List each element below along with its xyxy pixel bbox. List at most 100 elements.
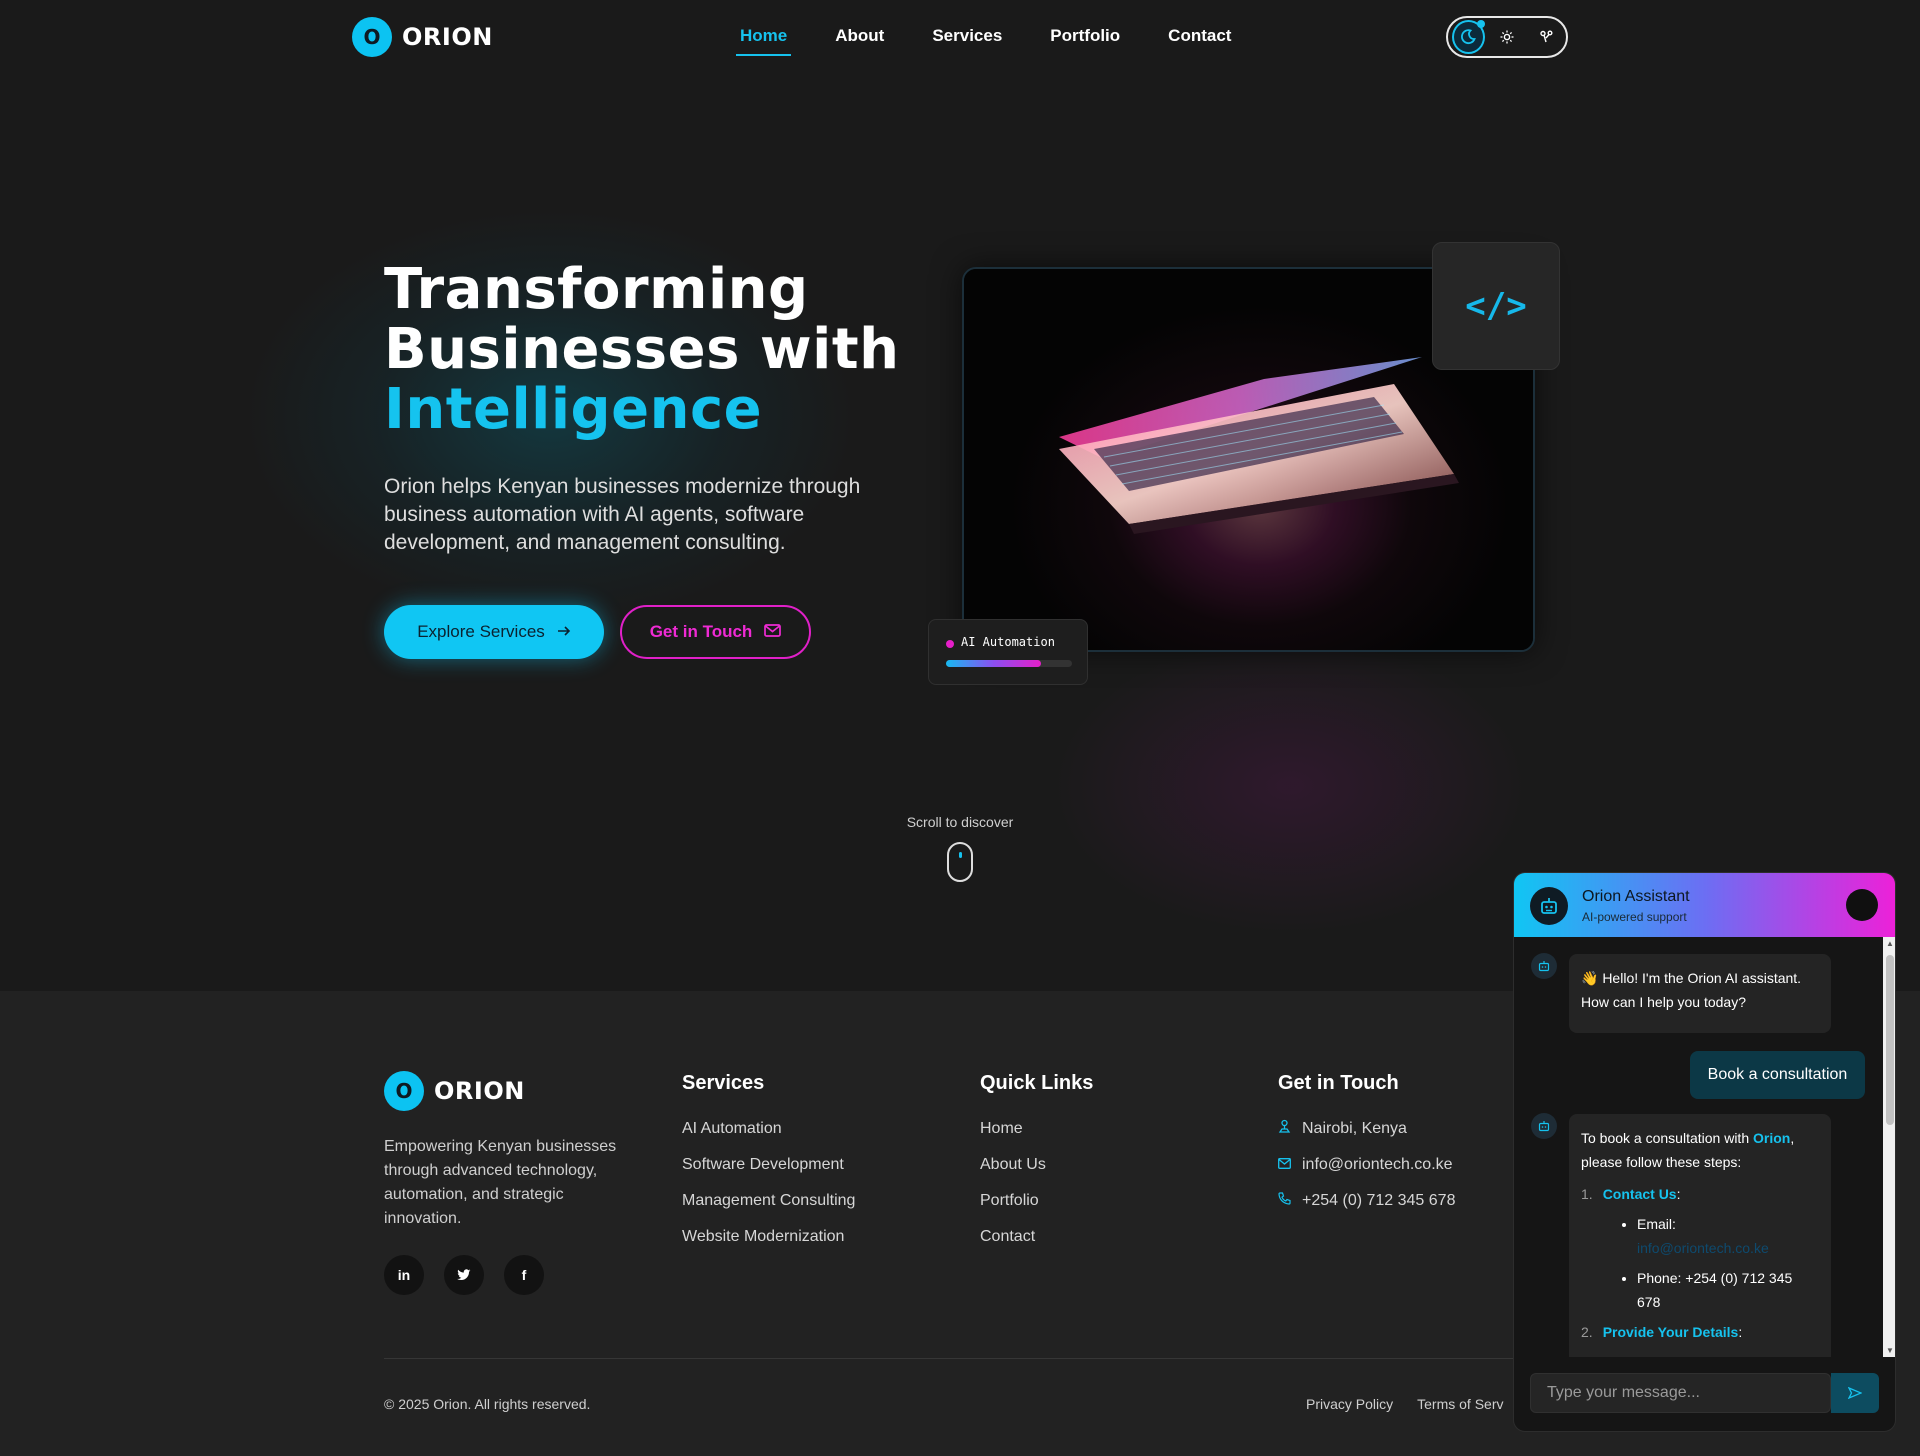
step-2-title: Provide Your Details <box>1602 1324 1739 1340</box>
robot-icon <box>1530 887 1568 925</box>
user-message: Book a consultation <box>1690 1051 1865 1099</box>
social-links: in f <box>384 1255 544 1295</box>
footer-link-about[interactable]: About Us <box>980 1155 1093 1191</box>
contact-email-text: info@oriontech.co.ke <box>1302 1156 1453 1173</box>
ai-automation-label: AI Automation <box>961 635 1055 649</box>
nav-home[interactable]: Home <box>736 22 792 56</box>
email-label: Email: <box>1637 1216 1676 1232</box>
status-dot <box>946 640 954 648</box>
footer-description: Empowering Kenyan businesses through adv… <box>384 1138 617 1227</box>
mouse-scroll-icon[interactable] <box>947 842 973 882</box>
ai-automation-card: AI Automation <box>928 619 1088 685</box>
reply-intro: To book a consultation with Orion, pleas… <box>1581 1126 1819 1174</box>
header-logo[interactable]: O ORION <box>352 17 493 57</box>
contact-location: Nairobi, Kenya <box>1278 1119 1455 1155</box>
footer-services: Services AI Automation Software Developm… <box>682 1072 855 1263</box>
step-1-title: Contact Us <box>1602 1186 1677 1202</box>
scroll-hint: Scroll to discover <box>906 814 1014 830</box>
quick-links-heading: Quick Links <box>980 1072 1094 1094</box>
footer-link-portfolio[interactable]: Portfolio <box>980 1191 1093 1227</box>
nav-services[interactable]: Services <box>928 22 1006 56</box>
footer-link-ai-automation[interactable]: AI Automation <box>682 1119 855 1155</box>
hero-title-line2: Businesses with <box>384 317 900 382</box>
bot-reply-message: To book a consultation with Orion, pleas… <box>1569 1114 1831 1357</box>
legal-links: Privacy Policy Terms of Serv <box>1306 1396 1504 1412</box>
logo-text: ORION <box>402 23 493 51</box>
explore-services-button[interactable]: Explore Services <box>384 605 604 659</box>
footer-logo-mark: O <box>384 1071 424 1111</box>
footer-logo[interactable]: O ORION <box>384 1071 525 1111</box>
footer-link-software-development[interactable]: Software Development <box>682 1155 855 1191</box>
services-heading: Services <box>682 1072 765 1094</box>
copyright: © 2025 Orion. All rights reserved. <box>384 1396 591 1412</box>
automation-progress-fill <box>946 660 1041 667</box>
chat-scrollbar[interactable]: ▲ ▼ <box>1883 937 1895 1357</box>
chat-messages: 👋 Hello! I'm the Orion AI assistant. How… <box>1514 937 1883 1357</box>
contact-phone[interactable]: +254 (0) 712 345 678 <box>1278 1191 1455 1227</box>
scrollbar-thumb[interactable] <box>1886 955 1894 1125</box>
linkedin-icon[interactable]: in <box>384 1255 424 1295</box>
step-1: 1.Contact Us: Email: info@oriontech.co.k… <box>1581 1182 1819 1314</box>
reply-brand: Orion <box>1753 1130 1791 1146</box>
step-2: 2. Provide Your Details: <box>1581 1324 1743 1340</box>
twitter-icon[interactable] <box>444 1255 484 1295</box>
location-icon <box>1278 1119 1292 1155</box>
footer-logo-text: ORION <box>434 1077 525 1105</box>
email-icon <box>1278 1155 1292 1191</box>
nav-about[interactable]: About <box>831 22 888 56</box>
footer-quick-links: Quick Links Home About Us Portfolio Cont… <box>980 1072 1093 1263</box>
mail-icon <box>764 622 782 642</box>
main-nav: Home About Services Portfolio Contact <box>736 22 1235 56</box>
sun-icon[interactable] <box>1491 20 1524 54</box>
chat-subtitle: AI-powered support <box>1582 910 1687 924</box>
send-icon <box>1848 1387 1862 1399</box>
moon-icon[interactable] <box>1452 20 1485 54</box>
chat-header: Orion Assistant AI-powered support <box>1514 873 1895 937</box>
footer-link-website-modernization[interactable]: Website Modernization <box>682 1227 855 1263</box>
palette-icon[interactable] <box>1529 20 1562 54</box>
nav-portfolio[interactable]: Portfolio <box>1046 22 1124 56</box>
hero-description: Orion helps Kenyan businesses modernize … <box>384 475 861 554</box>
logo-mark: O <box>352 17 392 57</box>
site-header: O ORION Home About Services Portfolio Co… <box>0 0 1920 76</box>
chat-close-button[interactable] <box>1846 889 1878 921</box>
footer-link-management-consulting[interactable]: Management Consulting <box>682 1191 855 1227</box>
reply-intro-a: To book a consultation with <box>1581 1130 1753 1146</box>
scroll-up-icon[interactable]: ▲ <box>1886 939 1894 948</box>
contact-location-text: Nairobi, Kenya <box>1302 1120 1407 1137</box>
booking-steps: 1.Contact Us: Email: info@oriontech.co.k… <box>1581 1182 1819 1344</box>
scroll-down-icon[interactable]: ▼ <box>1886 1346 1894 1355</box>
chat-message-input[interactable] <box>1530 1373 1831 1413</box>
facebook-icon[interactable]: f <box>504 1255 544 1295</box>
contact-phone-text: +254 (0) 712 345 678 <box>1302 1192 1456 1209</box>
phone-icon <box>1278 1191 1292 1227</box>
chat-widget: Orion Assistant AI-powered support 👋 Hel… <box>1513 872 1896 1432</box>
step-email: Email: info@oriontech.co.ke <box>1637 1212 1819 1260</box>
magenta-glow <box>1050 636 1530 936</box>
footer-divider <box>384 1358 1536 1359</box>
footer-link-home[interactable]: Home <box>980 1119 1093 1155</box>
footer-link-contact[interactable]: Contact <box>980 1227 1093 1263</box>
get-in-touch-label: Get in Touch <box>649 622 753 641</box>
privacy-policy-link[interactable]: Privacy Policy <box>1306 1396 1393 1412</box>
theme-toggle <box>1446 16 1568 58</box>
hero-title-accent: Intelligence <box>384 377 763 442</box>
hero-title: Transforming Businesses with Intelligenc… <box>384 260 899 440</box>
step-phone: Phone: +254 (0) 712 345 678 <box>1637 1266 1819 1314</box>
send-button[interactable] <box>1831 1373 1879 1413</box>
footer-contact: Get in Touch Nairobi, Kenya info@orionte… <box>1278 1072 1455 1227</box>
hero-title-line1: Transforming <box>384 257 809 322</box>
code-icon-card: </> <box>1432 242 1560 370</box>
explore-services-label: Explore Services <box>417 622 545 641</box>
email-link[interactable]: info@oriontech.co.ke <box>1637 1240 1769 1256</box>
terms-of-service-link[interactable]: Terms of Serv <box>1417 1396 1503 1412</box>
contact-heading: Get in Touch <box>1278 1072 1399 1094</box>
contact-email[interactable]: info@oriontech.co.ke <box>1278 1155 1455 1191</box>
arrow-right-icon <box>557 622 571 642</box>
automation-progress-track <box>946 660 1072 667</box>
nav-contact[interactable]: Contact <box>1164 22 1235 56</box>
chat-title: Orion Assistant <box>1582 888 1690 905</box>
bot-avatar-icon-2 <box>1531 1113 1557 1139</box>
get-in-touch-button[interactable]: Get in Touch <box>620 605 811 659</box>
step-1-details: Email: info@oriontech.co.ke Phone: +254 … <box>1581 1212 1819 1314</box>
